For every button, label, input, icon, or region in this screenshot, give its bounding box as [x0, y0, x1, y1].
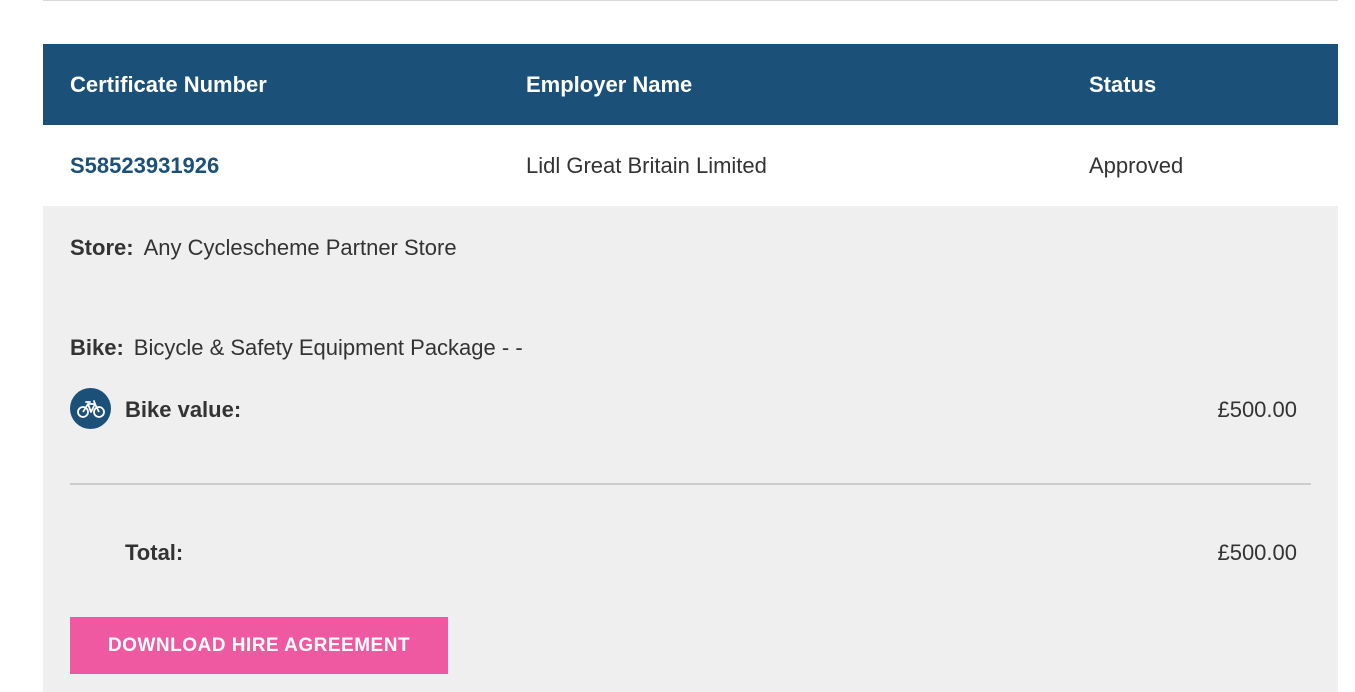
table-header: Certificate Number Employer Name Status — [43, 44, 1338, 125]
bike-label: Bike: — [70, 335, 124, 360]
certificate-details-panel: Store: Any Cyclescheme Partner Store Bike… — [43, 206, 1338, 692]
bicycle-icon-glyph — [76, 399, 105, 418]
header-certificate-number: Certificate Number — [70, 72, 267, 97]
header-employer-name: Employer Name — [526, 72, 693, 97]
details-divider — [70, 483, 1311, 485]
certificate-number-link[interactable]: S58523931926 — [70, 125, 219, 206]
table-row: S58523931926 Lidl Great Britain Limited … — [43, 125, 1338, 206]
store-value: Any Cyclescheme Partner Store — [143, 235, 457, 260]
employer-name-cell: Lidl Great Britain Limited — [526, 153, 767, 178]
total-amount: £500.00 — [1217, 540, 1297, 565]
header-status: Status — [1089, 72, 1157, 97]
bike-line: Bike: Bicycle & Safety Equipment Package … — [70, 333, 523, 363]
total-label: Total: — [125, 540, 184, 565]
bicycle-icon — [70, 388, 111, 429]
bike-value-amount: £500.00 — [1217, 397, 1297, 422]
bike-value: Bicycle & Safety Equipment Package - - — [133, 335, 523, 360]
store-label: Store: — [70, 235, 134, 260]
store-line: Store: Any Cyclescheme Partner Store — [70, 233, 457, 263]
bike-value-label: Bike value: — [125, 397, 242, 422]
status-cell: Approved — [1089, 153, 1184, 178]
certificates-table: Certificate Number Employer Name Status … — [43, 44, 1338, 692]
top-divider — [43, 0, 1338, 1]
download-hire-agreement-button[interactable]: DOWNLOAD HIRE AGREEMENT — [70, 617, 448, 674]
